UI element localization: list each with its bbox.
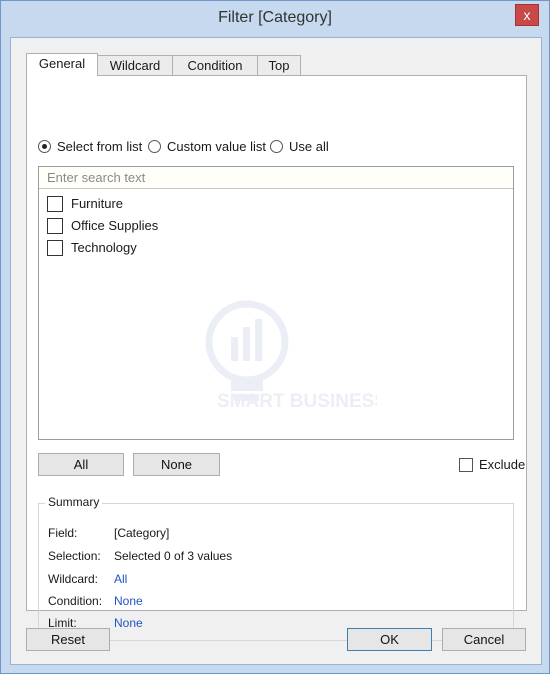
close-icon: x [523,7,531,23]
list-item-label: Furniture [71,196,124,211]
summary-label: Wildcard: [48,572,99,586]
radio-custom-value-list[interactable]: Custom value list [148,138,266,156]
general-tab-panel: Select from list Custom value list Use a… [26,75,527,641]
tab-wildcard[interactable]: Wildcard [97,55,173,75]
checkbox-icon[interactable] [459,458,473,472]
reset-button[interactable]: Reset [26,628,110,651]
summary-value: Selected 0 of 3 values [114,549,233,563]
title-bar[interactable]: Filter [Category] x [1,1,549,37]
watermark-logo: SMART BUSINESS [187,297,387,430]
select-none-button[interactable]: None [133,453,220,476]
ok-button[interactable]: OK [347,628,432,651]
radio-unchecked-icon [270,140,283,153]
exclude-label: Exclude [479,457,526,472]
cancel-button[interactable]: Cancel [442,628,526,651]
summary-label: Field: [48,526,78,540]
value-list-box: Furniture Office Supplies Technology [38,166,514,440]
checkbox-icon[interactable] [47,240,63,256]
summary-label: Condition: [48,594,103,608]
condition-link[interactable]: None [114,592,143,610]
search-input[interactable] [39,167,513,189]
radio-checked-icon [38,140,51,153]
watermark-text: SMART BUSINESS [217,391,377,412]
checkbox-icon[interactable] [47,196,63,212]
tab-general[interactable]: General [26,53,98,76]
summary-value: [Category] [114,526,170,540]
tab-condition[interactable]: Condition [172,55,258,75]
list-item[interactable]: Office Supplies [47,217,158,239]
close-button[interactable]: x [515,4,539,26]
radio-label: Use all [289,139,329,154]
radio-unchecked-icon [148,140,161,153]
limit-link[interactable]: None [114,614,143,632]
dialog-title: Filter [Category] [218,9,332,26]
checkbox-icon[interactable] [47,218,63,234]
summary-label: Selection: [48,549,101,563]
lightbulb-icon: SMART BUSINESS [205,300,387,412]
summary-title: Summary [45,495,103,509]
dialog-body: General Wildcard Condition Top Select fr… [10,37,542,665]
list-item[interactable]: Furniture [47,195,158,217]
radio-label: Select from list [57,139,143,154]
value-list: Furniture Office Supplies Technology [47,195,158,261]
radio-use-all[interactable]: Use all [270,138,329,156]
radio-label: Custom value list [167,139,266,154]
filter-dialog: Filter [Category] x General Wildcard Con… [0,0,550,674]
list-item-label: Technology [71,240,137,255]
radio-select-from-list[interactable]: Select from list [38,138,142,156]
select-all-button[interactable]: All [38,453,124,476]
list-item-label: Office Supplies [71,218,159,233]
summary-group: Summary Field: [Category] Selection: Sel… [38,495,514,641]
exclude-checkbox[interactable]: Exclude [459,456,525,474]
list-item[interactable]: Technology [47,239,158,261]
wildcard-link[interactable]: All [114,570,127,588]
tab-top[interactable]: Top [257,55,301,75]
